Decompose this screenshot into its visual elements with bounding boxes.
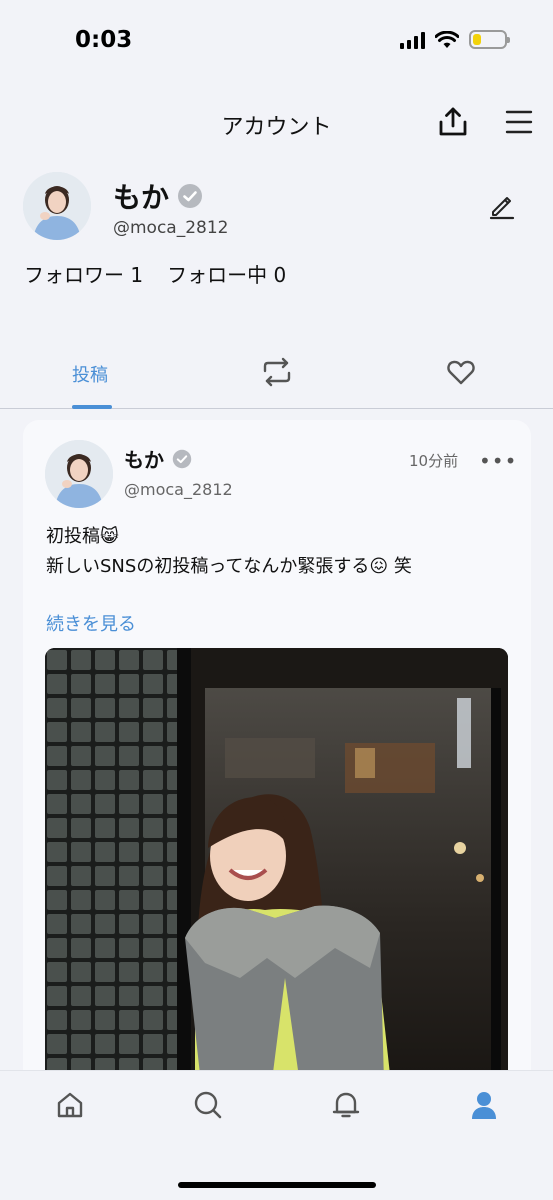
profile-icon — [472, 1092, 496, 1119]
post-author-handle: @moca_2812 — [124, 480, 233, 499]
post-author-name: もか — [124, 444, 192, 473]
nav-home[interactable] — [54, 1089, 86, 1121]
nav-notifications[interactable] — [330, 1089, 362, 1121]
post-image[interactable] — [45, 648, 508, 1120]
tab-active-indicator — [72, 405, 112, 409]
nav-profile[interactable] — [468, 1089, 500, 1121]
read-more-link[interactable]: 続きを見る — [46, 610, 136, 636]
post-timestamp: 10分前 — [409, 452, 459, 470]
profile-tabs: 投稿 — [0, 345, 553, 409]
menu-icon — [505, 110, 533, 134]
edit-profile-button[interactable] — [488, 192, 516, 220]
menu-button[interactable] — [502, 105, 536, 139]
bell-icon — [332, 1092, 360, 1118]
profile-name: もか — [113, 176, 203, 216]
tab-likes[interactable] — [446, 357, 476, 387]
post-text-line-2: 新しいSNSの初投稿ってなんか緊張する😖 笑 — [46, 556, 412, 577]
battery-icon — [469, 30, 510, 49]
home-icon — [57, 1092, 83, 1118]
post-card[interactable]: もか @moca_2812 10分前 ••• 初投稿😸 新しいSNSの初投稿って… — [23, 420, 531, 1120]
avatar-photo — [45, 440, 113, 508]
home-indicator — [178, 1182, 376, 1188]
avatar-photo — [23, 172, 91, 240]
avatar[interactable] — [23, 172, 91, 240]
repost-icon — [263, 357, 291, 387]
post-author-name-text: もか — [124, 448, 164, 472]
battery-level — [473, 34, 481, 45]
status-icons — [400, 30, 510, 49]
search-icon — [194, 1091, 222, 1119]
profile-name-text: もか — [113, 181, 170, 214]
header: アカウント — [0, 95, 553, 151]
nav-search[interactable] — [192, 1089, 224, 1121]
following-count[interactable]: フォロー中 0 — [167, 259, 286, 288]
wifi-icon — [435, 30, 459, 48]
profile-handle: @moca_2812 — [113, 218, 229, 238]
share-icon — [439, 107, 467, 136]
status-time: 0:03 — [75, 27, 133, 53]
share-button[interactable] — [436, 105, 470, 139]
post-photo — [45, 648, 508, 1120]
heart-icon — [447, 360, 475, 385]
pencil-icon — [489, 197, 515, 220]
post-author-avatar[interactable] — [45, 440, 113, 508]
post-body: 初投稿😸 新しいSNSの初投稿ってなんか緊張する😖 笑 — [46, 522, 412, 582]
followers-count[interactable]: フォロワー 1 — [24, 259, 143, 288]
page-title: アカウント — [221, 115, 332, 140]
bottom-navigation — [0, 1070, 553, 1200]
tab-posts[interactable]: 投稿 — [72, 361, 108, 387]
tab-reposts[interactable] — [261, 357, 293, 387]
follow-stats: フォロワー 1 フォロー中 0 — [24, 259, 286, 288]
status-bar: 0:03 — [0, 0, 553, 80]
cellular-signal-icon — [400, 31, 425, 49]
post-more-button[interactable]: ••• — [479, 449, 517, 473]
verified-badge-icon — [172, 449, 192, 468]
verified-badge-icon — [178, 184, 203, 208]
post-text-line-1: 初投稿😸 — [46, 526, 119, 547]
